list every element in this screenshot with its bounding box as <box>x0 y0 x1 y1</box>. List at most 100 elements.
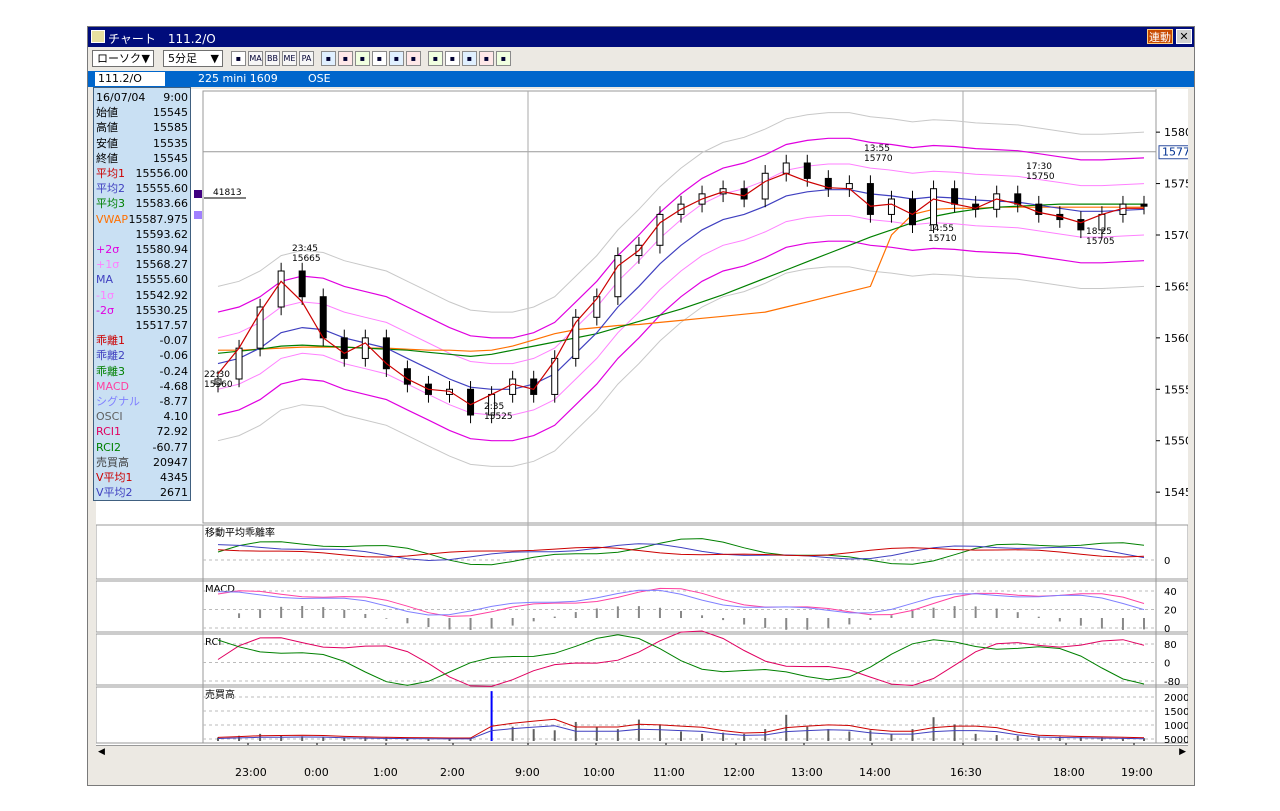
data-panel-value: 15568.27 <box>135 258 189 272</box>
price-tick-label: 15450 <box>1164 486 1188 499</box>
sub-panel-tick-label: 20000 <box>1164 693 1188 704</box>
data-panel-label: 16/07/04 <box>96 91 146 104</box>
search-icon[interactable]: ▪ <box>479 51 494 66</box>
data-panel-value: 15545 <box>153 106 188 120</box>
eraser-icon[interactable]: ▪ <box>462 51 477 66</box>
data-panel-value: -60.77 <box>152 440 188 454</box>
annotation-time: 2:35 <box>484 402 504 412</box>
period-value: 5分足 <box>168 52 197 65</box>
annotation-price: 15705 <box>1086 237 1115 247</box>
annotation-price: 15665 <box>292 254 321 264</box>
data-panel-row: 乖離2 -0.06 <box>96 348 188 363</box>
data-panel-label: -2σ <box>96 303 114 317</box>
candle-icon[interactable]: ▪ <box>338 51 353 66</box>
time-axis-label: 14:00 <box>859 766 891 779</box>
data-panel-row: MA 15555.60 <box>96 272 188 287</box>
candle-body <box>1140 203 1148 207</box>
scroll-left-icon[interactable]: ◀ <box>98 747 105 757</box>
time-axis-label: 19:00 <box>1121 766 1153 779</box>
data-panel-value: 9:00 <box>163 91 188 104</box>
data-panel-row: RCI1 72.92 <box>96 424 188 439</box>
data-panel-row: +1σ 15568.27 <box>96 257 188 272</box>
chart-area[interactable]: 15800 15750 15700 15650 15600 15550 15500 15450… <box>96 89 1188 745</box>
data-panel-label: MA <box>96 273 114 287</box>
sub-panel-tick-label: 80 <box>1164 640 1177 651</box>
sub-panel-tick-label: 0 <box>1164 659 1170 670</box>
candle-body <box>319 296 327 339</box>
data-panel-label: 乖離3 <box>96 364 125 378</box>
volume-marker <box>194 190 202 198</box>
data-panel-row: 16/07/04 9:00 <box>96 90 188 105</box>
cursor-icon[interactable]: ▪ <box>445 51 460 66</box>
data-panel-label: 高値 <box>96 121 118 135</box>
link-button[interactable]: 連動 <box>1147 29 1173 44</box>
line-chart-icon[interactable]: ▪ <box>321 51 336 66</box>
bar-icon[interactable]: ▪ <box>406 51 421 66</box>
indicator-icon[interactable]: ▪ <box>355 51 370 66</box>
chart-mode-select[interactable]: ローソク ▼ <box>92 50 154 67</box>
data-panel-value: 15580.94 <box>135 243 189 256</box>
chart-type-icon[interactable]: ▪ <box>231 51 246 66</box>
close-icon[interactable]: ✕ <box>1176 29 1192 44</box>
data-panel-value: 15556.00 <box>135 167 189 180</box>
sub-panel-tick-label: -80 <box>1164 677 1180 688</box>
data-panel-value: 15555.60 <box>135 182 189 196</box>
data-panel-value: 15530.25 <box>135 303 189 317</box>
candle-body <box>298 270 306 298</box>
time-axis-label: 16:30 <box>950 766 982 779</box>
current-price-label: 15779 <box>1162 146 1188 159</box>
data-panel-label: 平均3 <box>96 197 125 211</box>
time-axis-label: 11:00 <box>653 766 685 779</box>
data-panel-row: 安値 15535 <box>96 136 188 151</box>
annotation-time: 17:30 <box>1026 162 1052 172</box>
chart-window: チャート 111.2/O 連動 ✕ ローソク ▼ 5分足 ▼ ▪ MA BB ME PA ▪ ▪… <box>87 26 1195 786</box>
data-panel-value: 15535 <box>153 136 188 150</box>
chart-mode-value: ローソク <box>97 52 141 65</box>
period-select[interactable]: 5分足 ▼ <box>163 50 223 67</box>
sub-panel-tick-label: 15000 <box>1164 707 1188 718</box>
candle-body <box>1077 219 1085 231</box>
candle-body <box>361 337 369 359</box>
data-panel-label: -1σ <box>96 288 114 302</box>
data-panel-label: V平均2 <box>96 486 133 500</box>
candle-body <box>761 172 769 200</box>
data-panel-label: RCI2 <box>96 440 122 454</box>
scroll-right-icon[interactable]: ▶ <box>1179 747 1186 757</box>
data-panel-label: 平均2 <box>96 182 125 196</box>
data-panel-row: V平均1 4345 <box>96 470 188 485</box>
data-panel-row: 始値 15545 <box>96 105 188 120</box>
horizontal-scrollbar[interactable]: ◀ ▶ <box>96 745 1188 760</box>
candle-body <box>656 213 664 246</box>
settings-icon[interactable]: ▪ <box>496 51 511 66</box>
data-panel-row: 平均3 15583.66 <box>96 196 188 211</box>
sub-panel-tick-label: 10000 <box>1164 721 1188 732</box>
me-button[interactable]: ME <box>282 51 297 66</box>
bb-button[interactable]: BB <box>265 51 280 66</box>
price-tick-label: 15500 <box>1164 435 1188 448</box>
toolbar: ローソク ▼ 5分足 ▼ ▪ MA BB ME PA ▪ ▪ ▪ ▪ ▪ ▪ ▪ ▪ ▪ ▪ ▪ <box>88 48 1194 70</box>
data-panel-row: 平均1 15556.00 <box>96 166 188 181</box>
instrument-description: 225 mini 1609 <box>198 72 278 85</box>
sub-panel-title: RCI <box>205 637 221 648</box>
zoom-icon[interactable]: ▪ <box>372 51 387 66</box>
print-icon[interactable]: ▪ <box>389 51 404 66</box>
volume-marker <box>194 211 202 219</box>
pen-icon[interactable]: ▪ <box>428 51 443 66</box>
data-panel-value: 4345 <box>160 471 188 484</box>
data-panel-label: RCI1 <box>96 425 122 439</box>
price-tick-label: 15800 <box>1164 126 1188 139</box>
ma-button[interactable]: MA <box>248 51 263 66</box>
annotation-time: 22:30 <box>204 370 230 380</box>
time-axis-label: 23:00 <box>235 766 267 779</box>
pa-button[interactable]: PA <box>299 51 314 66</box>
data-panel-row: -2σ 15530.25 <box>96 303 188 318</box>
data-panel-value: -0.06 <box>159 349 188 363</box>
data-panel-row: シグナル -8.77 <box>96 394 188 409</box>
info-bar: 111.2/O 225 mini 1609 OSE <box>88 71 1194 87</box>
price-tick-label: 15700 <box>1164 229 1188 242</box>
sub-panel-title: 売買高 <box>205 688 235 701</box>
candle-body <box>340 337 348 359</box>
data-panel-label: V平均1 <box>96 471 133 484</box>
data-panel-value: 15542.92 <box>135 288 189 302</box>
symbol-field[interactable]: 111.2/O <box>95 72 165 86</box>
